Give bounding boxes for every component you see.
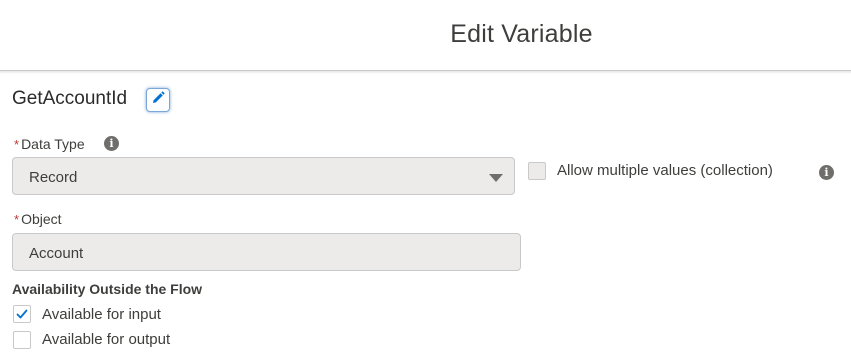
required-marker: *: [14, 212, 20, 227]
modal-header: Edit Variable: [0, 0, 851, 71]
allow-multiple-label: Allow multiple values (collection): [557, 162, 773, 179]
object-label: * Object: [14, 211, 62, 227]
info-icon[interactable]: i: [819, 165, 834, 180]
modal-title: Edit Variable: [450, 20, 593, 48]
available-for-output-label: Available for output: [42, 331, 171, 348]
header-divider: [0, 71, 851, 74]
variable-api-name: GetAccountId: [12, 88, 128, 109]
pencil-icon: [151, 90, 165, 110]
data-type-value: Record: [29, 169, 78, 186]
required-marker: *: [14, 137, 20, 152]
available-for-input-checkbox[interactable]: [13, 305, 31, 323]
info-icon[interactable]: i: [104, 136, 119, 151]
availability-section-title: Availability Outside the Flow: [12, 281, 203, 297]
edit-name-button[interactable]: [146, 88, 170, 112]
data-type-label: * Data Type: [14, 136, 85, 152]
available-for-output-checkbox[interactable]: [13, 331, 31, 349]
checkmark-icon: [16, 309, 28, 319]
chevron-down-icon: [489, 174, 503, 182]
object-field[interactable]: Account: [12, 233, 521, 271]
data-type-label-text: Data Type: [21, 136, 85, 152]
object-value: Account: [29, 245, 84, 262]
data-type-select[interactable]: Record: [12, 157, 515, 195]
allow-multiple-checkbox[interactable]: [528, 162, 546, 180]
available-for-input-label: Available for input: [42, 306, 161, 323]
object-label-text: Object: [21, 211, 62, 227]
